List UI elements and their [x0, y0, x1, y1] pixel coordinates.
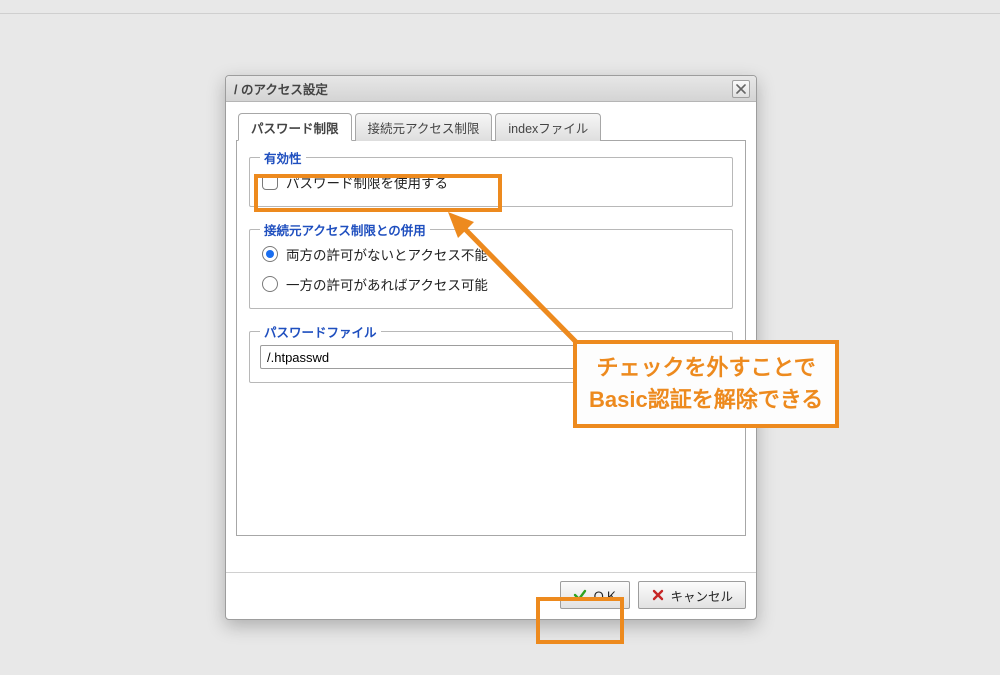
- tab-label: indexファイル: [508, 118, 588, 137]
- tab-password-restriction[interactable]: パスワード制限: [238, 113, 352, 141]
- radio-label: 両方の許可がないとアクセス不能: [286, 244, 488, 264]
- cancel-button[interactable]: キャンセル: [638, 581, 746, 609]
- dialog-button-row: ＯＫ キャンセル: [226, 572, 756, 619]
- annotation-callout: チェックを外すことで Basic認証を解除できる: [573, 340, 839, 428]
- tab-panel-password: 有効性 パスワード制限を使用する 接続元アクセス制限との併用 両方の許可がないと…: [236, 141, 746, 536]
- tab-label: パスワード制限: [251, 118, 339, 137]
- combined-option-either[interactable]: 一方の許可があればアクセス可能: [260, 272, 722, 296]
- combined-groupbox: 接続元アクセス制限との併用 両方の許可がないとアクセス不能 一方の許可があればア…: [249, 229, 733, 309]
- dialog-titlebar: / のアクセス設定: [226, 76, 756, 102]
- combined-legend: 接続元アクセス制限との併用: [260, 220, 430, 239]
- tab-index-file[interactable]: indexファイル: [495, 113, 601, 141]
- tab-source-access-restriction[interactable]: 接続元アクセス制限: [355, 113, 493, 141]
- close-icon: [736, 84, 746, 94]
- use-password-checkbox[interactable]: [262, 174, 278, 190]
- use-password-label: パスワード制限を使用する: [286, 172, 448, 192]
- check-icon: [573, 588, 587, 602]
- password-file-legend: パスワードファイル: [260, 322, 381, 341]
- validity-legend: 有効性: [260, 148, 306, 167]
- cancel-icon: [651, 588, 665, 602]
- validity-groupbox: 有効性 パスワード制限を使用する: [249, 157, 733, 207]
- use-password-row[interactable]: パスワード制限を使用する: [260, 170, 722, 194]
- radio-either-ok[interactable]: [262, 276, 278, 292]
- ok-label: ＯＫ: [592, 586, 617, 605]
- tab-row: パスワード制限 接続元アクセス制限 indexファイル: [236, 110, 746, 141]
- combined-option-both[interactable]: 両方の許可がないとアクセス不能: [260, 242, 722, 266]
- radio-both-required[interactable]: [262, 246, 278, 262]
- cancel-label: キャンセル: [670, 586, 733, 605]
- annotation-callout-line1: チェックを外すことで: [589, 352, 823, 384]
- dialog-body: パスワード制限 接続元アクセス制限 indexファイル 有効性 パスワード制限を…: [226, 102, 756, 572]
- page-top-rule: [0, 13, 1000, 14]
- close-button[interactable]: [732, 80, 750, 98]
- dialog-title: / のアクセス設定: [234, 79, 328, 98]
- radio-label: 一方の許可があればアクセス可能: [286, 274, 488, 294]
- annotation-callout-line2: Basic認証を解除できる: [589, 384, 823, 416]
- tab-label: 接続元アクセス制限: [368, 118, 480, 137]
- ok-button[interactable]: ＯＫ: [560, 581, 630, 609]
